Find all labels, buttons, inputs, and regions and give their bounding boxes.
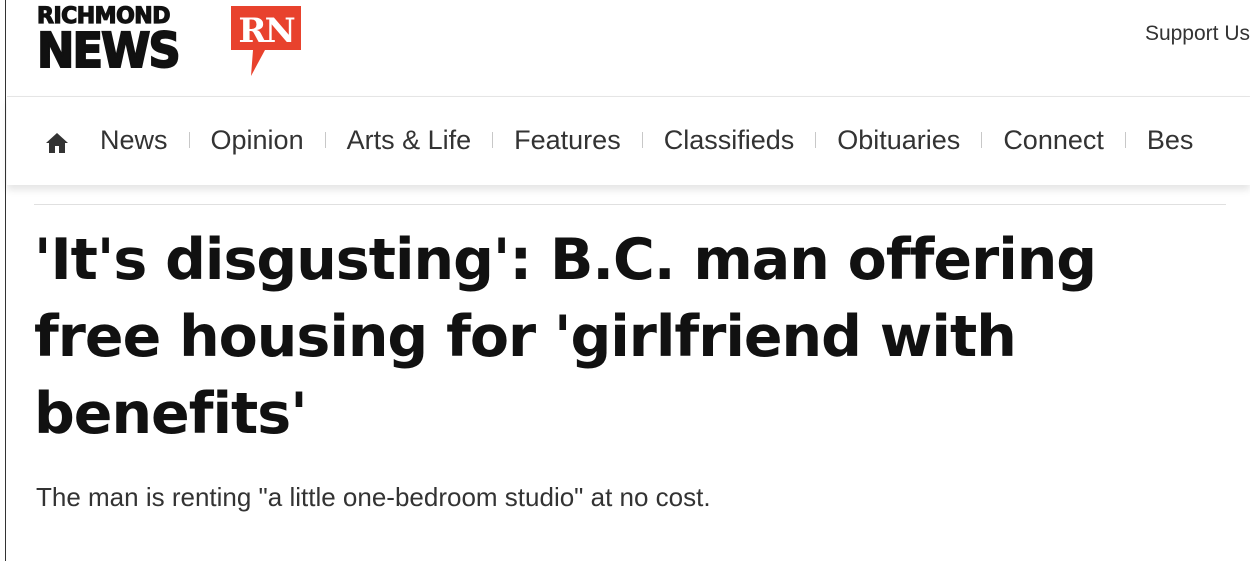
nav-separator	[188, 132, 190, 148]
nav-separator	[324, 132, 326, 148]
nav-list: News Opinion Arts & Life Features Classi…	[100, 123, 1193, 157]
nav-item-arts-life[interactable]: Arts & Life	[347, 123, 472, 157]
site-header: RICHMOND NEWS RN Support Us	[7, 0, 1250, 97]
nav-item-news[interactable]: News	[100, 123, 168, 157]
home-icon[interactable]	[45, 131, 69, 155]
main-nav: News Opinion Arts & Life Features Classi…	[7, 97, 1250, 185]
divider	[34, 204, 1226, 205]
nav-separator	[1124, 132, 1126, 148]
logo-word-news: NEWS	[36, 23, 182, 79]
support-us-link[interactable]: Support Us	[1145, 22, 1250, 46]
article-headline: 'It's disgusting': B.C. man offering fre…	[34, 227, 1097, 447]
nav-separator	[641, 132, 643, 148]
logo-badge-icon: RN	[231, 6, 301, 76]
nav-item-features[interactable]: Features	[514, 123, 621, 157]
article-subheadline: The man is renting "a little one-bedroom…	[36, 482, 711, 512]
nav-item-obituaries[interactable]: Obituaries	[837, 123, 960, 157]
logo-badge-text: RN	[238, 11, 294, 51]
nav-item-best[interactable]: Bes	[1147, 123, 1194, 157]
nav-item-connect[interactable]: Connect	[1003, 123, 1104, 157]
site-logo[interactable]: RICHMOND NEWS RN	[36, 5, 307, 79]
nav-item-opinion[interactable]: Opinion	[211, 123, 304, 157]
window-edge	[0, 0, 6, 561]
nav-separator	[981, 132, 983, 148]
nav-item-classifieds[interactable]: Classifieds	[664, 123, 795, 157]
nav-separator	[815, 132, 817, 148]
nav-separator	[492, 132, 494, 148]
